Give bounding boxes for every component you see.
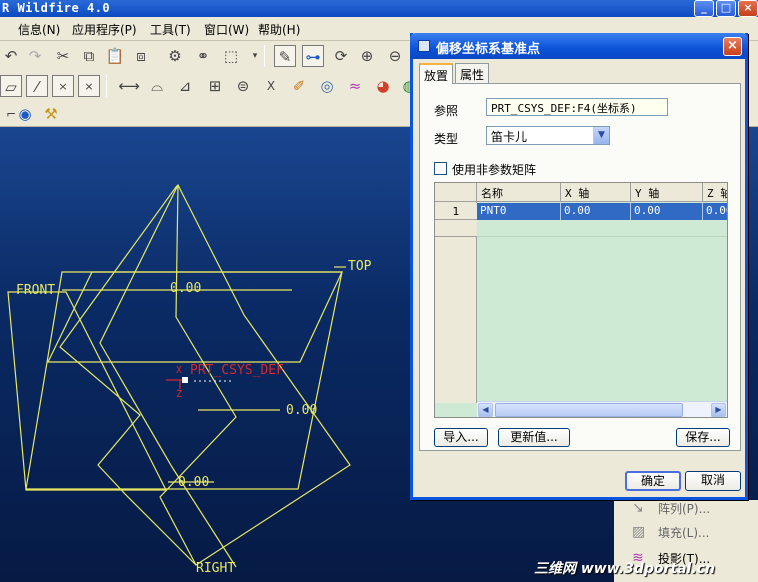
pattern-icon: ↘	[632, 500, 644, 516]
paste-special-icon[interactable]: ⧈	[130, 45, 152, 67]
table-header: 名称 X 轴 Y 轴 Z 轴	[435, 183, 727, 202]
app-title: R Wildfire 4.0	[2, 1, 111, 15]
points-table: 名称 X 轴 Y 轴 Z 轴 1 PNT0 0.00 0.00 0.00 ◀ ▶	[434, 182, 728, 418]
reference-label: 参照	[434, 104, 459, 118]
watermark: 三维网 www.3dportal.cn	[534, 561, 715, 577]
minimize-button[interactable]: _	[694, 0, 714, 17]
fill-icon: ▨	[632, 524, 646, 540]
tab-properties[interactable]: 属性	[455, 63, 489, 83]
datum-point-marker	[182, 377, 188, 383]
tools-icon[interactable]: ⚒	[40, 103, 62, 125]
render-icon[interactable]: ◕	[372, 75, 394, 97]
offset-csys-datum-point-dialog: 偏移坐标系基准点 × 放置 属性 参照 PRT_CSYS_DEF:F4(坐标系)…	[410, 33, 748, 500]
cancel-button[interactable]: 取消	[685, 471, 741, 491]
menu-fill[interactable]: 填充(L)...	[658, 524, 710, 541]
dialog-close-button[interactable]: ×	[723, 37, 742, 56]
redo-icon[interactable]: ↷	[24, 45, 46, 67]
dimension-value[interactable]: 0.00	[170, 281, 201, 296]
datum-plane-icon[interactable]: ⌓	[146, 75, 168, 97]
table-horizontal-scrollbar[interactable]: ◀ ▶	[477, 401, 727, 417]
cell-z[interactable]: 0.00	[703, 203, 727, 220]
ok-button[interactable]: 确定	[625, 471, 681, 491]
zoom-in-icon[interactable]: ⊕	[356, 45, 378, 67]
cell-y[interactable]: 0.00	[631, 203, 703, 220]
dialog-app-icon	[418, 40, 430, 52]
type-select-value: 笛卡儿	[491, 130, 528, 144]
import-button[interactable]: 导入...	[434, 428, 488, 447]
model-tree-icon[interactable]: ◉	[14, 103, 36, 125]
sweep-icon[interactable]: ✐	[288, 75, 310, 97]
column-header-name[interactable]: 名称	[477, 183, 561, 202]
repaint-icon[interactable]: ⟳	[330, 45, 352, 67]
use-nonparametric-label: 使用非参数矩阵	[452, 163, 537, 177]
dialog-title: 偏移坐标系基准点	[436, 42, 541, 57]
placement-tab-panel: 参照 PRT_CSYS_DEF:F4(坐标系) 类型 笛卡儿 ▼ 使用非参数矩阵…	[419, 83, 741, 451]
table-icon[interactable]: ⊞	[204, 75, 226, 97]
find-icon[interactable]: ⚭	[192, 45, 214, 67]
menu-pattern[interactable]: 阵列(P)...	[658, 500, 710, 517]
cell-name[interactable]: PNT0	[477, 203, 561, 220]
scroll-thumb[interactable]	[495, 403, 683, 417]
note-icon[interactable]: ⊜	[232, 75, 254, 97]
csys-z-axis-label: Z	[176, 389, 183, 400]
table-row-number[interactable]: 1	[435, 203, 477, 220]
point-display-icon[interactable]: ×	[52, 75, 74, 97]
right-plane-label[interactable]: RIGHT	[196, 561, 235, 576]
axis-display-icon[interactable]: ⁄	[26, 75, 48, 97]
column-header-x[interactable]: X 轴	[561, 183, 631, 202]
menu-help[interactable]: 帮助(H)	[258, 21, 300, 38]
menu-info[interactable]: 信息(N)	[18, 21, 60, 38]
paste-icon[interactable]: 📋	[104, 45, 126, 67]
table-row[interactable]: PNT0 0.00 0.00 0.00	[477, 203, 727, 220]
csys-display-icon[interactable]: ⨯	[78, 75, 100, 97]
chevron-down-icon[interactable]: ▼	[593, 127, 609, 144]
menu-window[interactable]: 窗口(W)	[204, 21, 249, 38]
scroll-right-icon[interactable]: ▶	[711, 403, 726, 417]
column-header-y[interactable]: Y 轴	[631, 183, 703, 202]
regenerate-icon[interactable]: ⚙	[164, 45, 186, 67]
scroll-left-icon[interactable]: ◀	[478, 403, 493, 417]
csys-icon[interactable]: X	[260, 75, 282, 97]
plane-display-icon[interactable]: ▱	[0, 75, 22, 97]
menu-applications[interactable]: 应用程序(P)	[72, 21, 137, 38]
dimension-icon[interactable]: ⟷	[118, 75, 140, 97]
chevron-down-icon[interactable]: ▾	[244, 45, 266, 67]
dimension-value[interactable]: 0.00	[286, 403, 317, 418]
type-select[interactable]: 笛卡儿 ▼	[486, 126, 610, 145]
maximize-button[interactable]: □	[716, 0, 736, 17]
csys-x-axis-label: X	[176, 365, 183, 376]
use-nonparametric-checkbox[interactable]	[434, 162, 447, 175]
select-box-icon[interactable]: ⬚	[220, 45, 242, 67]
front-plane-label[interactable]: FRONT	[16, 283, 55, 298]
zoom-out-icon[interactable]: ⊖	[384, 45, 406, 67]
reference-collector[interactable]: PRT_CSYS_DEF:F4(坐标系)	[486, 98, 668, 116]
front-plane-edge	[7, 291, 167, 491]
dimension-value[interactable]: 0.00	[178, 475, 209, 490]
table-empty-row[interactable]	[477, 220, 727, 237]
close-app-button[interactable]: ×	[738, 0, 758, 17]
tab-placement[interactable]: 放置	[419, 63, 453, 84]
cell-x[interactable]: 0.00	[561, 203, 631, 220]
undo-icon[interactable]: ↶	[0, 45, 22, 67]
update-values-button[interactable]: 更新值...	[498, 428, 570, 447]
save-button[interactable]: 保存...	[676, 428, 730, 447]
column-header-z[interactable]: Z 轴	[703, 183, 727, 202]
cut-icon[interactable]: ✂	[52, 45, 74, 67]
top-plane-label[interactable]: TOP	[348, 259, 371, 274]
menu-tools[interactable]: 工具(T)	[150, 21, 191, 38]
dialog-titlebar: 偏移坐标系基准点 ×	[410, 33, 748, 59]
sketch-icon[interactable]: ✎	[274, 45, 296, 67]
csys-label[interactable]: PRT_CSYS_DEF	[190, 363, 284, 378]
datum-point-icon[interactable]: ⊶	[302, 45, 324, 67]
datum-axis-icon[interactable]: ⊿	[174, 75, 196, 97]
app-titlebar: R Wildfire 4.0 _ □ ×	[0, 0, 758, 17]
curve-icon[interactable]: ≈	[344, 75, 366, 97]
surface-icon[interactable]: ◎	[316, 75, 338, 97]
type-label: 类型	[434, 132, 459, 146]
copy-icon[interactable]: ⧉	[78, 45, 100, 67]
